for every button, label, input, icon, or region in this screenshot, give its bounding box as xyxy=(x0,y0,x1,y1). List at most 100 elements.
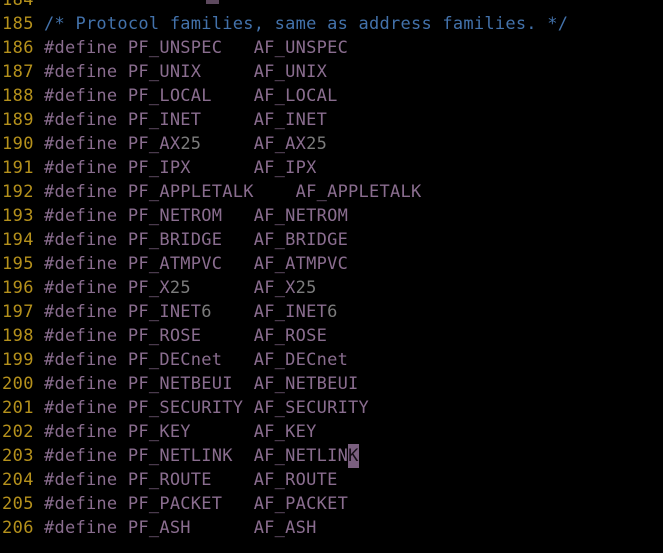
line-content[interactable]: #define PF_INET AF_INET xyxy=(40,108,663,132)
code-token-plain: #define PF_X xyxy=(44,278,170,298)
code-token-plain: #define PF_UNIX AF_UNIX xyxy=(44,62,328,82)
line-content[interactable]: /* Protocol families, same as address fa… xyxy=(40,12,663,36)
code-line[interactable]: 193 #define PF_NETROM AF_NETROM xyxy=(0,204,663,228)
line-number: 190 xyxy=(2,134,34,154)
code-token-plain: #define PF_NETBEUI AF_NETBEUI xyxy=(44,374,359,394)
code-line[interactable]: 186 #define PF_UNSPEC AF_UNSPEC xyxy=(0,36,663,60)
line-content[interactable]: #define PF_ROSE AF_ROSE xyxy=(40,324,663,348)
code-line[interactable]: 194 #define PF_BRIDGE AF_BRIDGE xyxy=(0,228,663,252)
code-token-plain: #define PF_PACKET AF_PACKET xyxy=(44,494,349,514)
line-content[interactable]: #define PF_PACKET AF_PACKET xyxy=(40,492,663,516)
line-content[interactable]: #define PF_KEY AF_KEY xyxy=(40,420,663,444)
line-number: 193 xyxy=(2,206,34,226)
line-content[interactable]: #define PF_UNSPEC AF_UNSPEC xyxy=(40,36,663,60)
line-number: 187 xyxy=(2,62,34,82)
line-content[interactable]: #define PF_DECnet AF_DECnet xyxy=(40,348,663,372)
line-content[interactable]: #define PF_INET6 AF_INET6 xyxy=(40,300,663,324)
code-line[interactable]: 205 #define PF_PACKET AF_PACKET xyxy=(0,492,663,516)
code-line[interactable]: 195 #define PF_ATMPVC AF_ATMPVC xyxy=(0,252,663,276)
code-line[interactable]: 201 #define PF_SECURITY AF_SECURITY xyxy=(0,396,663,420)
code-line[interactable]: 184 xyxy=(0,0,663,12)
code-line[interactable]: 197 #define PF_INET6 AF_INET6 xyxy=(0,300,663,324)
code-token-plain: #define PF_INET AF_INET xyxy=(44,110,328,130)
line-number: 184 xyxy=(2,0,34,10)
line-content[interactable]: #define PF_LOCAL AF_LOCAL xyxy=(40,84,663,108)
code-token-plain: AF_INET xyxy=(211,302,328,322)
code-line[interactable]: 190 #define PF_AX25 AF_AX25 xyxy=(0,132,663,156)
line-number: 191 xyxy=(2,158,34,178)
code-surface[interactable]: 184 185 /* Protocol families, same as addr… xyxy=(0,0,663,540)
line-content[interactable]: #define PF_BRIDGE AF_BRIDGE xyxy=(40,228,663,252)
line-content[interactable]: #define PF_SECURITY AF_SECURITY xyxy=(40,396,663,420)
code-token-plain: #define PF_ROSE AF_ROSE xyxy=(44,326,328,346)
code-token-number: 25 xyxy=(295,278,317,298)
code-token-plain: AF_X xyxy=(190,278,296,298)
line-number: 197 xyxy=(2,302,34,322)
line-number: 195 xyxy=(2,254,34,274)
code-token-plain: AF_AX xyxy=(201,134,307,154)
code-token-plain: #define PF_ROUTE AF_ROUTE xyxy=(44,470,338,490)
code-line[interactable]: 198 #define PF_ROSE AF_ROSE xyxy=(0,324,663,348)
code-line[interactable]: 187 #define PF_UNIX AF_UNIX xyxy=(0,60,663,84)
code-line[interactable]: 204 #define PF_ROUTE AF_ROUTE xyxy=(0,468,663,492)
line-number: 196 xyxy=(2,278,34,298)
code-line[interactable]: 199 #define PF_DECnet AF_DECnet xyxy=(0,348,663,372)
code-token-plain: #define PF_SECURITY AF_SECURITY xyxy=(44,398,370,418)
code-token-plain: #define PF_ATMPVC AF_ATMPVC xyxy=(44,254,349,274)
code-token-number: 25 xyxy=(169,278,191,298)
text-cursor[interactable]: K xyxy=(348,444,359,468)
code-token-comment: /* Protocol families, same as address fa… xyxy=(44,14,569,34)
line-number: 185 xyxy=(2,14,34,34)
line-number: 205 xyxy=(2,494,34,514)
code-token-plain: #define PF_DECnet AF_DECnet xyxy=(44,350,349,370)
line-number: 203 xyxy=(2,446,34,466)
line-content[interactable]: #define PF_UNIX AF_UNIX xyxy=(40,60,663,84)
code-line[interactable]: 206 #define PF_ASH AF_ASH xyxy=(0,516,663,540)
code-token-plain: #define PF_INET xyxy=(44,302,202,322)
code-token-number: 25 xyxy=(180,134,202,154)
code-token-plain: #define PF_IPX AF_IPX xyxy=(44,158,317,178)
code-line[interactable]: 203 #define PF_NETLINK AF_NETLINK xyxy=(0,444,663,468)
code-token-plain: #define PF_AX xyxy=(44,134,181,154)
line-number: 204 xyxy=(2,470,34,490)
line-number: 192 xyxy=(2,182,34,202)
line-number: 202 xyxy=(2,422,34,442)
line-content[interactable]: #define PF_AX25 AF_AX25 xyxy=(40,132,663,156)
line-number: 194 xyxy=(2,230,34,250)
code-editor-viewport[interactable]: 184 185 /* Protocol families, same as addr… xyxy=(0,0,663,553)
code-token-plain: #define PF_LOCAL AF_LOCAL xyxy=(44,86,338,106)
line-number: 189 xyxy=(2,110,34,130)
line-content[interactable]: #define PF_IPX AF_IPX xyxy=(40,156,663,180)
code-token-plain: #define PF_APPLETALK AF_APPLETALK xyxy=(44,182,422,202)
line-content[interactable]: #define PF_NETLINK AF_NETLINK xyxy=(40,444,663,468)
code-line[interactable]: 191 #define PF_IPX AF_IPX xyxy=(0,156,663,180)
code-token-plain: #define PF_NETLINK AF_NETLIN xyxy=(44,446,349,466)
code-token-plain: #define PF_ASH AF_ASH xyxy=(44,518,317,538)
line-number: 200 xyxy=(2,374,34,394)
code-line[interactable]: 185 /* Protocol families, same as address… xyxy=(0,12,663,36)
code-line[interactable]: 192 #define PF_APPLETALK AF_APPLETALK xyxy=(0,180,663,204)
line-number: 206 xyxy=(2,518,34,538)
line-content[interactable]: #define PF_ROUTE AF_ROUTE xyxy=(40,468,663,492)
line-content[interactable]: #define PF_ATMPVC AF_ATMPVC xyxy=(40,252,663,276)
line-content[interactable]: #define PF_APPLETALK AF_APPLETALK xyxy=(40,180,663,204)
code-token-plain: #define PF_UNSPEC AF_UNSPEC xyxy=(44,38,349,58)
line-number: 186 xyxy=(2,38,34,58)
line-number: 188 xyxy=(2,86,34,106)
code-token-plain: #define PF_NETROM AF_NETROM xyxy=(44,206,349,226)
code-line[interactable]: 189 #define PF_INET AF_INET xyxy=(0,108,663,132)
line-content[interactable]: #define PF_NETBEUI AF_NETBEUI xyxy=(40,372,663,396)
code-line[interactable]: 200 #define PF_NETBEUI AF_NETBEUI xyxy=(0,372,663,396)
line-content[interactable]: #define PF_ASH AF_ASH xyxy=(40,516,663,540)
line-content[interactable]: #define PF_X25 AF_X25 xyxy=(40,276,663,300)
code-line[interactable]: 188 #define PF_LOCAL AF_LOCAL xyxy=(0,84,663,108)
line-content[interactable]: #define PF_NETROM AF_NETROM xyxy=(40,204,663,228)
line-number: 199 xyxy=(2,350,34,370)
code-token-number: 6 xyxy=(327,302,338,322)
code-token-number: 6 xyxy=(201,302,212,322)
code-token-plain: #define PF_BRIDGE AF_BRIDGE xyxy=(44,230,349,250)
code-token-number: 25 xyxy=(306,134,328,154)
code-line[interactable]: 202 #define PF_KEY AF_KEY xyxy=(0,420,663,444)
code-line[interactable]: 196 #define PF_X25 AF_X25 xyxy=(0,276,663,300)
line-number: 201 xyxy=(2,398,34,418)
